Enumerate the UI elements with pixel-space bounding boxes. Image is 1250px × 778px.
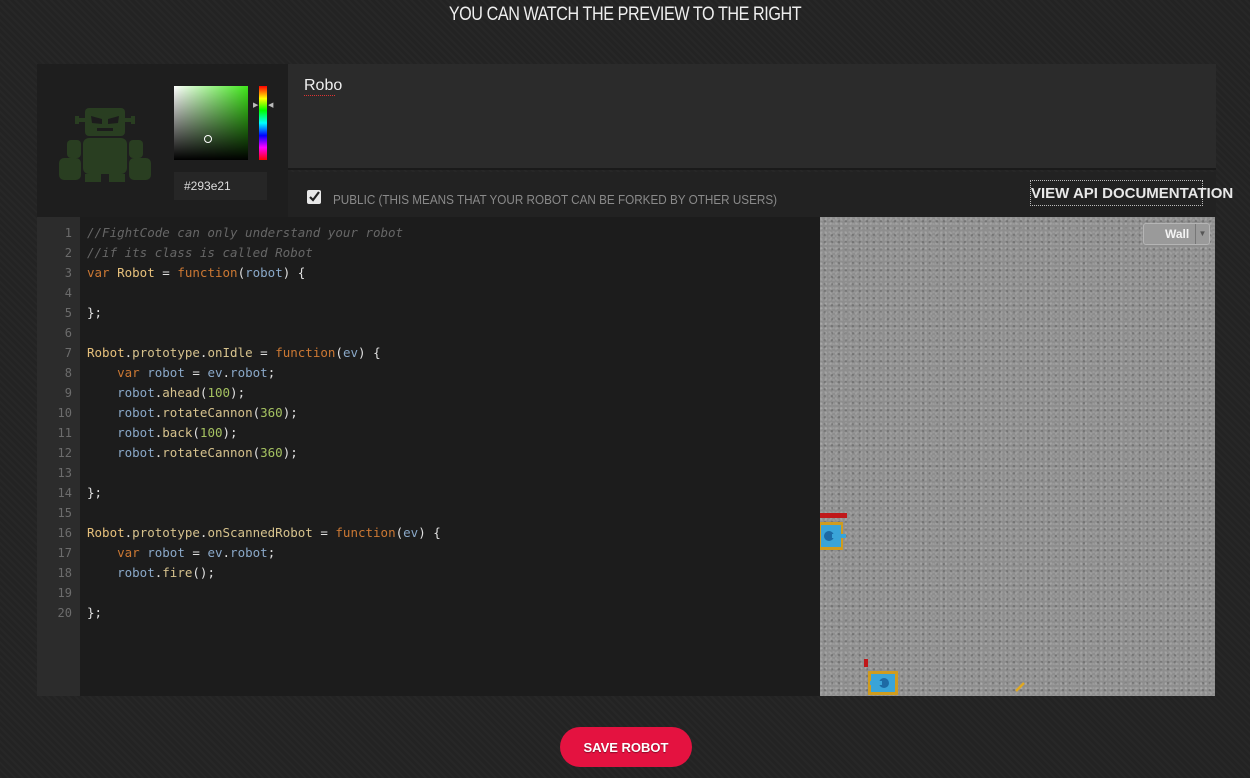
view-api-documentation-button[interactable]: VIEW API DOCUMENTATION	[1030, 180, 1233, 206]
hue-pointer-right-icon: ◀	[268, 101, 274, 109]
color-hex-input[interactable]	[174, 172, 267, 200]
robot-tank-2	[864, 659, 898, 695]
code-line[interactable]: };	[87, 303, 441, 323]
line-number: 4	[64, 286, 72, 300]
line-number: 19	[57, 586, 72, 600]
line-number: 12	[57, 446, 72, 460]
robot-name-input[interactable]	[304, 74, 704, 98]
code-line[interactable]	[87, 323, 441, 343]
robot-panel: ▶ ◀	[37, 64, 288, 217]
line-number: 20	[57, 606, 72, 620]
code-line[interactable]: };	[87, 483, 441, 503]
line-numbers: 1 2 3 4 5 6 7 8 9 10 11 12 13 14 15 16 17 18 19 20	[37, 223, 80, 623]
checkbox-checked-icon	[307, 190, 321, 204]
save-robot-button[interactable]: SAVE ROBOT	[560, 727, 692, 767]
line-number: 18	[57, 566, 72, 580]
line-number: 2	[64, 246, 72, 260]
battle-preview: Wall ▼	[820, 217, 1215, 696]
robot-name-area	[288, 64, 1216, 170]
color-hue-slider[interactable]	[259, 86, 267, 160]
color-saturation-picker[interactable]	[174, 86, 248, 160]
color-picker-handle[interactable]	[204, 135, 212, 143]
code-line[interactable]	[87, 283, 441, 303]
code-line[interactable]: robot.fire();	[87, 563, 441, 583]
code-line[interactable]	[87, 503, 441, 523]
page-headline: YOU CAN WATCH THE PREVIEW TO THE RIGHT	[448, 4, 802, 25]
code-line[interactable]: robot.rotateCannon(360);	[87, 443, 441, 463]
chevron-down-icon: ▼	[1195, 224, 1209, 244]
code-line[interactable]: var robot = ev.robot;	[87, 543, 441, 563]
line-number: 8	[64, 366, 72, 380]
options-bar: PUBLIC (THIS MEANS THAT YOUR ROBOT CAN B…	[288, 172, 1233, 217]
arena-select[interactable]: Wall ▼	[1143, 223, 1210, 245]
line-number: 13	[57, 466, 72, 480]
line-number: 3	[64, 266, 72, 280]
line-number: 11	[57, 426, 72, 440]
line-number: 10	[57, 406, 72, 420]
code-line[interactable]: robot.rotateCannon(360);	[87, 403, 441, 423]
code-line[interactable]	[87, 463, 441, 483]
line-number: 9	[64, 386, 72, 400]
code-line[interactable]: robot.back(100);	[87, 423, 441, 443]
code-line[interactable]: Robot.prototype.onScannedRobot = functio…	[87, 523, 441, 543]
code-line[interactable]: };	[87, 603, 441, 623]
line-number: 17	[57, 546, 72, 560]
code-line[interactable]: Robot.prototype.onIdle = function(ev) {	[87, 343, 441, 363]
code-editor[interactable]: 1 2 3 4 5 6 7 8 9 10 11 12 13 14 15 16 17 18 19 20 //FightC…	[37, 217, 820, 696]
code-lines[interactable]: //FightCode can only understand your rob…	[87, 223, 441, 623]
robot-tank-1	[820, 513, 847, 550]
line-number: 7	[64, 346, 72, 360]
public-label: PUBLIC (THIS MEANS THAT YOUR ROBOT CAN B…	[333, 192, 778, 207]
bullet-icon	[1015, 682, 1025, 692]
line-number: 6	[64, 326, 72, 340]
robot-avatar	[59, 108, 151, 182]
hue-pointer-left-icon: ▶	[253, 101, 259, 109]
code-line[interactable]: //FightCode can only understand your rob…	[87, 223, 441, 243]
arena-select-value: Wall	[1165, 227, 1190, 241]
line-number: 1	[64, 226, 72, 240]
code-line[interactable]: //if its class is called Robot	[87, 243, 441, 263]
line-number: 15	[57, 506, 72, 520]
code-line[interactable]: var Robot = function(robot) {	[87, 263, 441, 283]
line-number: 16	[57, 526, 72, 540]
line-number: 5	[64, 306, 72, 320]
public-checkbox[interactable]	[306, 189, 322, 205]
line-number: 14	[57, 486, 72, 500]
code-line[interactable]: robot.ahead(100);	[87, 383, 441, 403]
spellcheck-underline	[304, 95, 335, 96]
code-line[interactable]	[87, 583, 441, 603]
code-line[interactable]: var robot = ev.robot;	[87, 363, 441, 383]
